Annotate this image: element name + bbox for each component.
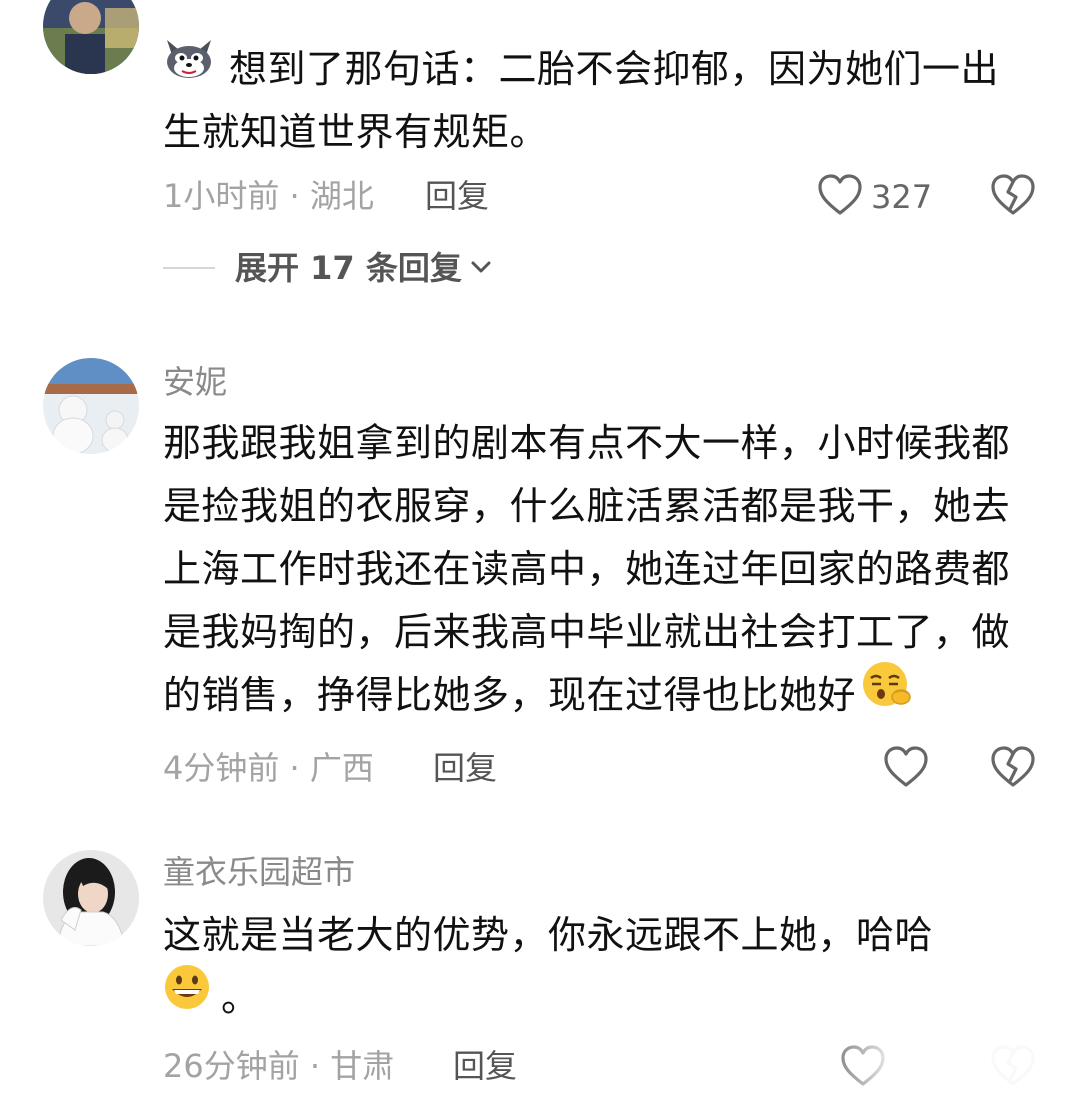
comment-text-line: 上海工作时我还在读高中，她连过年回家的路费都 bbox=[163, 547, 1011, 591]
watermark-overlay bbox=[820, 1030, 1080, 1102]
broken-heart-icon[interactable] bbox=[990, 173, 1036, 219]
comment-text-line: 是捡我姐的衣服穿，什么脏活累活都是我干，她去 bbox=[163, 484, 1011, 528]
comment-item: 想到了那句话：二胎不会抑郁，因为她们一出 生就知道世界有规矩。 1小时前 · 湖… bbox=[0, 0, 1080, 300]
divider bbox=[163, 267, 215, 269]
reply-button[interactable]: 回复 bbox=[433, 748, 497, 788]
comment-item: 安妮 那我跟我姐拿到的剧本有点不大一样，小时候我都 是捡我姐的衣服穿，什么脏活累… bbox=[0, 350, 1080, 810]
avatar[interactable] bbox=[43, 0, 139, 74]
like-count: 327 bbox=[871, 178, 933, 216]
avatar[interactable] bbox=[43, 358, 139, 454]
expand-replies-button[interactable]: 展开 17 条回复 bbox=[163, 248, 492, 288]
heart-outline-icon[interactable] bbox=[883, 745, 929, 791]
heart-outline-icon bbox=[817, 173, 863, 221]
comment-text-line: 想到了那句话：二胎不会抑郁，因为她们一出 bbox=[229, 47, 1000, 91]
expand-replies-label: 展开 17 条回复 bbox=[235, 249, 462, 287]
comment-text-line: 那我跟我姐拿到的剧本有点不大一样，小时候我都 bbox=[163, 421, 1011, 465]
comment-text-line: 。 bbox=[221, 976, 260, 1020]
comment-time-location: 26分钟前 · 甘肃 bbox=[163, 1047, 395, 1085]
comment-text-line: 生就知道世界有规矩。 bbox=[163, 110, 549, 154]
avatar[interactable] bbox=[43, 850, 139, 946]
comment-text-line: 是我妈掏的，后来我高中毕业就出社会打工了，做 bbox=[163, 610, 1011, 654]
comment-text: 这就是当老大的优势，你永远跟不上她，哈哈 。 bbox=[163, 904, 1043, 1030]
comment-time-location: 1小时前 · 湖北 bbox=[163, 177, 374, 215]
broken-heart-icon[interactable] bbox=[990, 745, 1036, 791]
comment-text-line: 这就是当老大的优势，你永远跟不上她，哈哈 bbox=[163, 913, 934, 957]
comment-text-line: 的销售，挣得比她多，现在过得也比她好 bbox=[163, 673, 857, 717]
reply-button[interactable]: 回复 bbox=[425, 176, 489, 216]
reply-button[interactable]: 回复 bbox=[453, 1046, 517, 1086]
comment-text: 那我跟我姐拿到的剧本有点不大一样，小时候我都 是捡我姐的衣服穿，什么脏活累活都是… bbox=[163, 412, 1043, 728]
chevron-down-icon bbox=[470, 259, 492, 278]
comment-text: 想到了那句话：二胎不会抑郁，因为她们一出 生就知道世界有规矩。 bbox=[163, 38, 1043, 164]
like-button[interactable]: 327 bbox=[817, 173, 932, 221]
grinning-face-emoji-icon bbox=[163, 963, 211, 1030]
smug-face-emoji-icon bbox=[860, 659, 914, 728]
comment-username[interactable]: 安妮 bbox=[163, 362, 227, 402]
comment-time-location: 4分钟前 · 广西 bbox=[163, 749, 374, 787]
comment-username[interactable]: 童衣乐园超市 bbox=[163, 852, 355, 892]
doge-emoji-icon bbox=[163, 36, 215, 99]
